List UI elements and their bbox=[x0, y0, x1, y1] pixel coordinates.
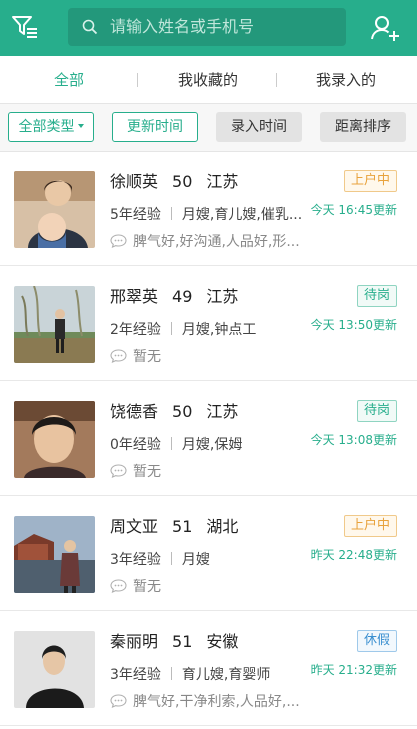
divider bbox=[170, 437, 172, 450]
worker-comment: 暂无 bbox=[133, 349, 161, 365]
tab-all[interactable]: 全部 bbox=[38, 56, 100, 104]
worker-card[interactable]: 秦丽明 51 安徽 休假 昨天 21:32更新 3年经验 育儿嫂,育婴师 脾气好,干净… bbox=[0, 612, 417, 726]
worker-card[interactable]: 邢翠英 49 江苏 待岗 今天 13:50更新 2年经验 月嫂,钟点工 暂无 bbox=[0, 267, 417, 381]
worker-comment: 暂无 bbox=[133, 579, 161, 595]
worker-photo bbox=[14, 631, 95, 708]
type-filter-label: 全部类型 bbox=[18, 119, 75, 135]
worker-province: 安徽 bbox=[206, 632, 239, 651]
worker-skills: 月嫂,保姆 bbox=[181, 437, 243, 453]
updated-time: 今天 13:08更新 bbox=[310, 433, 397, 447]
sort-update-time-button[interactable]: 更新时间 bbox=[112, 112, 198, 142]
worker-photo bbox=[14, 286, 95, 363]
worker-skills: 月嫂,钟点工 bbox=[181, 322, 257, 338]
comment-bubble-icon bbox=[110, 464, 127, 478]
updated-time: 昨天 21:32更新 bbox=[310, 663, 397, 677]
comment-bubble-icon bbox=[110, 349, 127, 363]
status-badge: 上户中 bbox=[343, 515, 397, 537]
worker-info-row: 0年经验 月嫂,保姆 bbox=[110, 434, 310, 454]
worker-photo bbox=[14, 516, 95, 593]
tab-my-entries[interactable]: 我录入的 bbox=[300, 56, 392, 104]
tab-favorites[interactable]: 我收藏的 bbox=[162, 56, 254, 104]
status-badge: 上户中 bbox=[343, 170, 397, 192]
worker-comment-row: 暂无 bbox=[110, 461, 310, 481]
comment-bubble-icon bbox=[110, 234, 127, 248]
sort-distance-button[interactable]: 距离排序 bbox=[320, 112, 406, 142]
comment-bubble-icon bbox=[110, 579, 127, 593]
sort-entry-time-button[interactable]: 录入时间 bbox=[216, 112, 302, 142]
top-bar: 请输入姓名或手机号 bbox=[0, 0, 417, 56]
worker-card[interactable]: 饶德香 50 江苏 待岗 今天 13:08更新 0年经验 月嫂,保姆 暂无 bbox=[0, 382, 417, 496]
worker-age: 51 bbox=[172, 632, 193, 651]
worker-list: 徐顺英 50 江苏 上户中 今天 16:45更新 5年经验 月嫂,育儿嫂,催乳... … bbox=[0, 152, 417, 729]
worker-info-row: 3年经验 月嫂 bbox=[110, 549, 310, 569]
search-icon bbox=[82, 19, 98, 35]
updated-time: 今天 13:50更新 bbox=[310, 318, 397, 332]
worker-photo bbox=[14, 171, 95, 248]
worker-comment-row: 脾气好,干净利索,人品好,... bbox=[110, 691, 310, 711]
tab-bar: 全部 我收藏的 我录入的 bbox=[0, 56, 417, 104]
worker-experience: 2年经验 bbox=[110, 322, 161, 338]
caret-down-icon bbox=[77, 124, 84, 128]
worker-skills: 月嫂,育儿嫂,催乳... bbox=[181, 207, 303, 223]
worker-skills: 育儿嫂,育婴师 bbox=[181, 667, 271, 683]
worker-comment-row: 暂无 bbox=[110, 346, 310, 366]
worker-age: 50 bbox=[172, 402, 193, 421]
worker-comment: 脾气好,干净利索,人品好,... bbox=[133, 694, 300, 710]
worker-name-row: 徐顺英 50 江苏 bbox=[110, 168, 252, 192]
worker-name-row: 饶德香 50 江苏 bbox=[110, 398, 252, 422]
divider bbox=[170, 552, 172, 565]
worker-name: 周文亚 bbox=[110, 517, 159, 536]
worker-age: 49 bbox=[172, 287, 193, 306]
worker-experience: 3年经验 bbox=[110, 552, 161, 568]
worker-name-row: 秦丽明 51 安徽 bbox=[110, 628, 252, 652]
worker-skills: 月嫂 bbox=[181, 552, 210, 568]
tab-divider bbox=[137, 73, 138, 87]
filter-bar: 全部类型 更新时间 录入时间 距离排序 bbox=[0, 104, 417, 152]
tab-divider bbox=[276, 73, 277, 87]
worker-comment-row: 脾气好,好沟通,人品好,形... bbox=[110, 231, 310, 251]
worker-province: 湖北 bbox=[206, 517, 239, 536]
worker-experience: 5年经验 bbox=[110, 207, 161, 223]
status-badge: 待岗 bbox=[356, 285, 397, 307]
add-user-icon[interactable] bbox=[370, 13, 400, 43]
divider bbox=[170, 322, 172, 335]
divider bbox=[170, 207, 172, 220]
worker-province: 江苏 bbox=[206, 172, 239, 191]
worker-info-row: 3年经验 育儿嫂,育婴师 bbox=[110, 664, 310, 684]
worker-name-row: 周文亚 51 湖北 bbox=[110, 513, 252, 537]
worker-comment: 脾气好,好沟通,人品好,形... bbox=[133, 234, 300, 250]
worker-comment-row: 暂无 bbox=[110, 576, 310, 596]
worker-age: 51 bbox=[172, 517, 193, 536]
updated-time: 昨天 22:48更新 bbox=[310, 548, 397, 562]
worker-card[interactable]: 周文亚 51 湖北 上户中 昨天 22:48更新 3年经验 月嫂 暂无 bbox=[0, 497, 417, 611]
worker-name-row: 邢翠英 49 江苏 bbox=[110, 283, 252, 307]
worker-name: 秦丽明 bbox=[110, 632, 159, 651]
status-badge: 待岗 bbox=[356, 400, 397, 422]
worker-photo bbox=[14, 401, 95, 478]
worker-name: 饶德香 bbox=[110, 402, 159, 421]
worker-province: 江苏 bbox=[206, 287, 239, 306]
filter-list-icon[interactable] bbox=[10, 12, 40, 42]
worker-name: 邢翠英 bbox=[110, 287, 159, 306]
worker-info-row: 5年经验 月嫂,育儿嫂,催乳... bbox=[110, 204, 310, 224]
type-filter-dropdown[interactable]: 全部类型 bbox=[8, 112, 94, 142]
worker-comment: 暂无 bbox=[133, 464, 161, 480]
worker-experience: 0年经验 bbox=[110, 437, 161, 453]
worker-experience: 3年经验 bbox=[110, 667, 161, 683]
status-badge: 休假 bbox=[356, 630, 397, 652]
updated-time: 今天 16:45更新 bbox=[310, 203, 397, 217]
comment-bubble-icon bbox=[110, 694, 127, 708]
worker-province: 江苏 bbox=[206, 402, 239, 421]
worker-name: 徐顺英 bbox=[110, 172, 159, 191]
search-input[interactable]: 请输入姓名或手机号 bbox=[68, 8, 346, 46]
search-placeholder: 请输入姓名或手机号 bbox=[110, 17, 255, 36]
worker-card[interactable]: 徐顺英 50 江苏 上户中 今天 16:45更新 5年经验 月嫂,育儿嫂,催乳... … bbox=[0, 152, 417, 266]
worker-info-row: 2年经验 月嫂,钟点工 bbox=[110, 319, 310, 339]
worker-age: 50 bbox=[172, 172, 193, 191]
divider bbox=[170, 667, 172, 680]
